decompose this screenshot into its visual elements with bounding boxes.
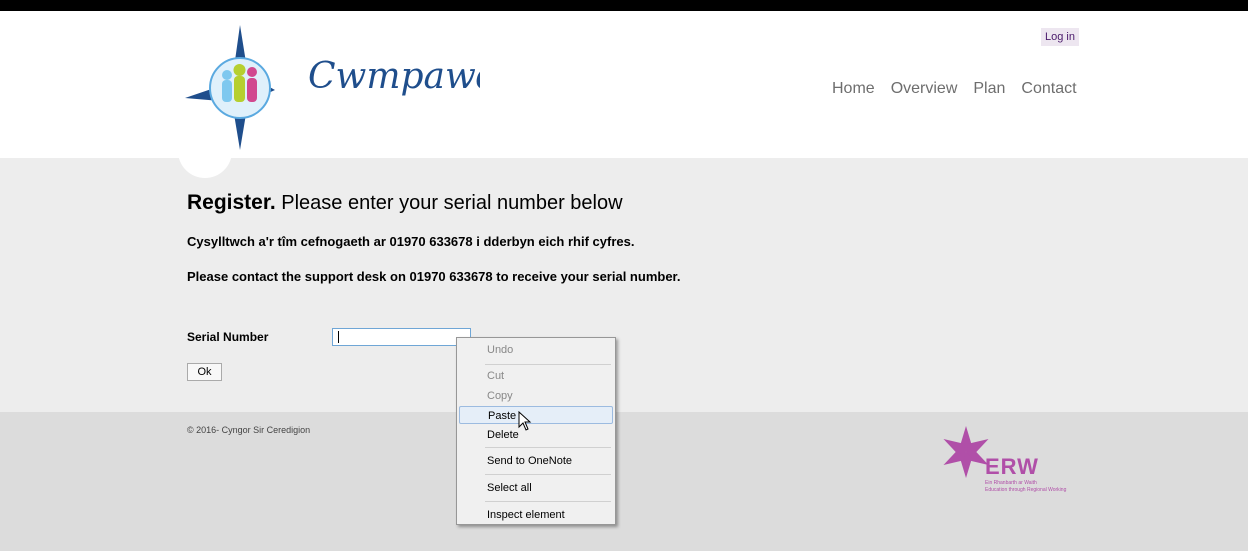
menu-item-cut[interactable]: Cut: [459, 367, 613, 385]
mouse-pointer-icon: [518, 411, 532, 431]
logo-text: Cwmpawd: [308, 56, 480, 97]
figure-green-icon: [234, 76, 245, 102]
menu-item-paste[interactable]: Paste: [459, 406, 613, 424]
figure-blue-icon: [222, 80, 232, 102]
text-caret: [338, 331, 339, 343]
menu-item-send-to-onenote[interactable]: Send to OneNote: [459, 452, 613, 470]
serial-number-label: Serial Number: [187, 330, 269, 344]
cwmpawd-logo[interactable]: Cwmpawd: [180, 20, 480, 160]
nav-overview[interactable]: Overview: [891, 80, 958, 98]
instruction-welsh: Cysylltwch a'r tîm cefnogaeth ar 01970 6…: [187, 234, 635, 249]
copyright-text: © 2016- Cyngor Sir Ceredigion: [187, 425, 311, 435]
main-nav: Home Overview Plan Contact: [832, 80, 1077, 98]
menu-separator: [485, 447, 611, 448]
nav-home[interactable]: Home: [832, 80, 875, 98]
menu-item-copy[interactable]: Copy: [459, 387, 613, 405]
menu-item-delete[interactable]: Delete: [459, 426, 613, 444]
menu-item-undo[interactable]: Undo: [459, 341, 613, 359]
serial-number-input[interactable]: [332, 328, 471, 346]
nav-plan[interactable]: Plan: [973, 80, 1005, 98]
menu-item-select-all[interactable]: Select all: [459, 479, 613, 497]
menu-separator: [485, 501, 611, 502]
nav-contact[interactable]: Contact: [1021, 80, 1076, 98]
page-title-rest: Please enter your serial number below: [275, 192, 623, 214]
erw-tagline-english: Education through Regional Working: [985, 487, 1067, 493]
erw-logo-text: ERW: [985, 454, 1039, 479]
menu-item-inspect-element[interactable]: Inspect element: [459, 506, 613, 524]
page-title-bold: Register.: [187, 191, 276, 214]
erw-tagline-welsh: Ein Rhanbarth ar Waith: [985, 480, 1037, 486]
ok-button[interactable]: Ok: [187, 363, 222, 381]
page-title: Register. Please enter your serial numbe…: [187, 191, 623, 215]
menu-separator: [485, 474, 611, 475]
instruction-english: Please contact the support desk on 01970…: [187, 269, 681, 284]
top-black-bar: [0, 0, 1248, 11]
context-menu: Undo Cut Copy Paste Delete Send to OneNo…: [456, 337, 616, 525]
login-link[interactable]: Log in: [1041, 28, 1079, 46]
figure-pink-icon: [247, 78, 257, 102]
menu-separator: [485, 364, 611, 365]
